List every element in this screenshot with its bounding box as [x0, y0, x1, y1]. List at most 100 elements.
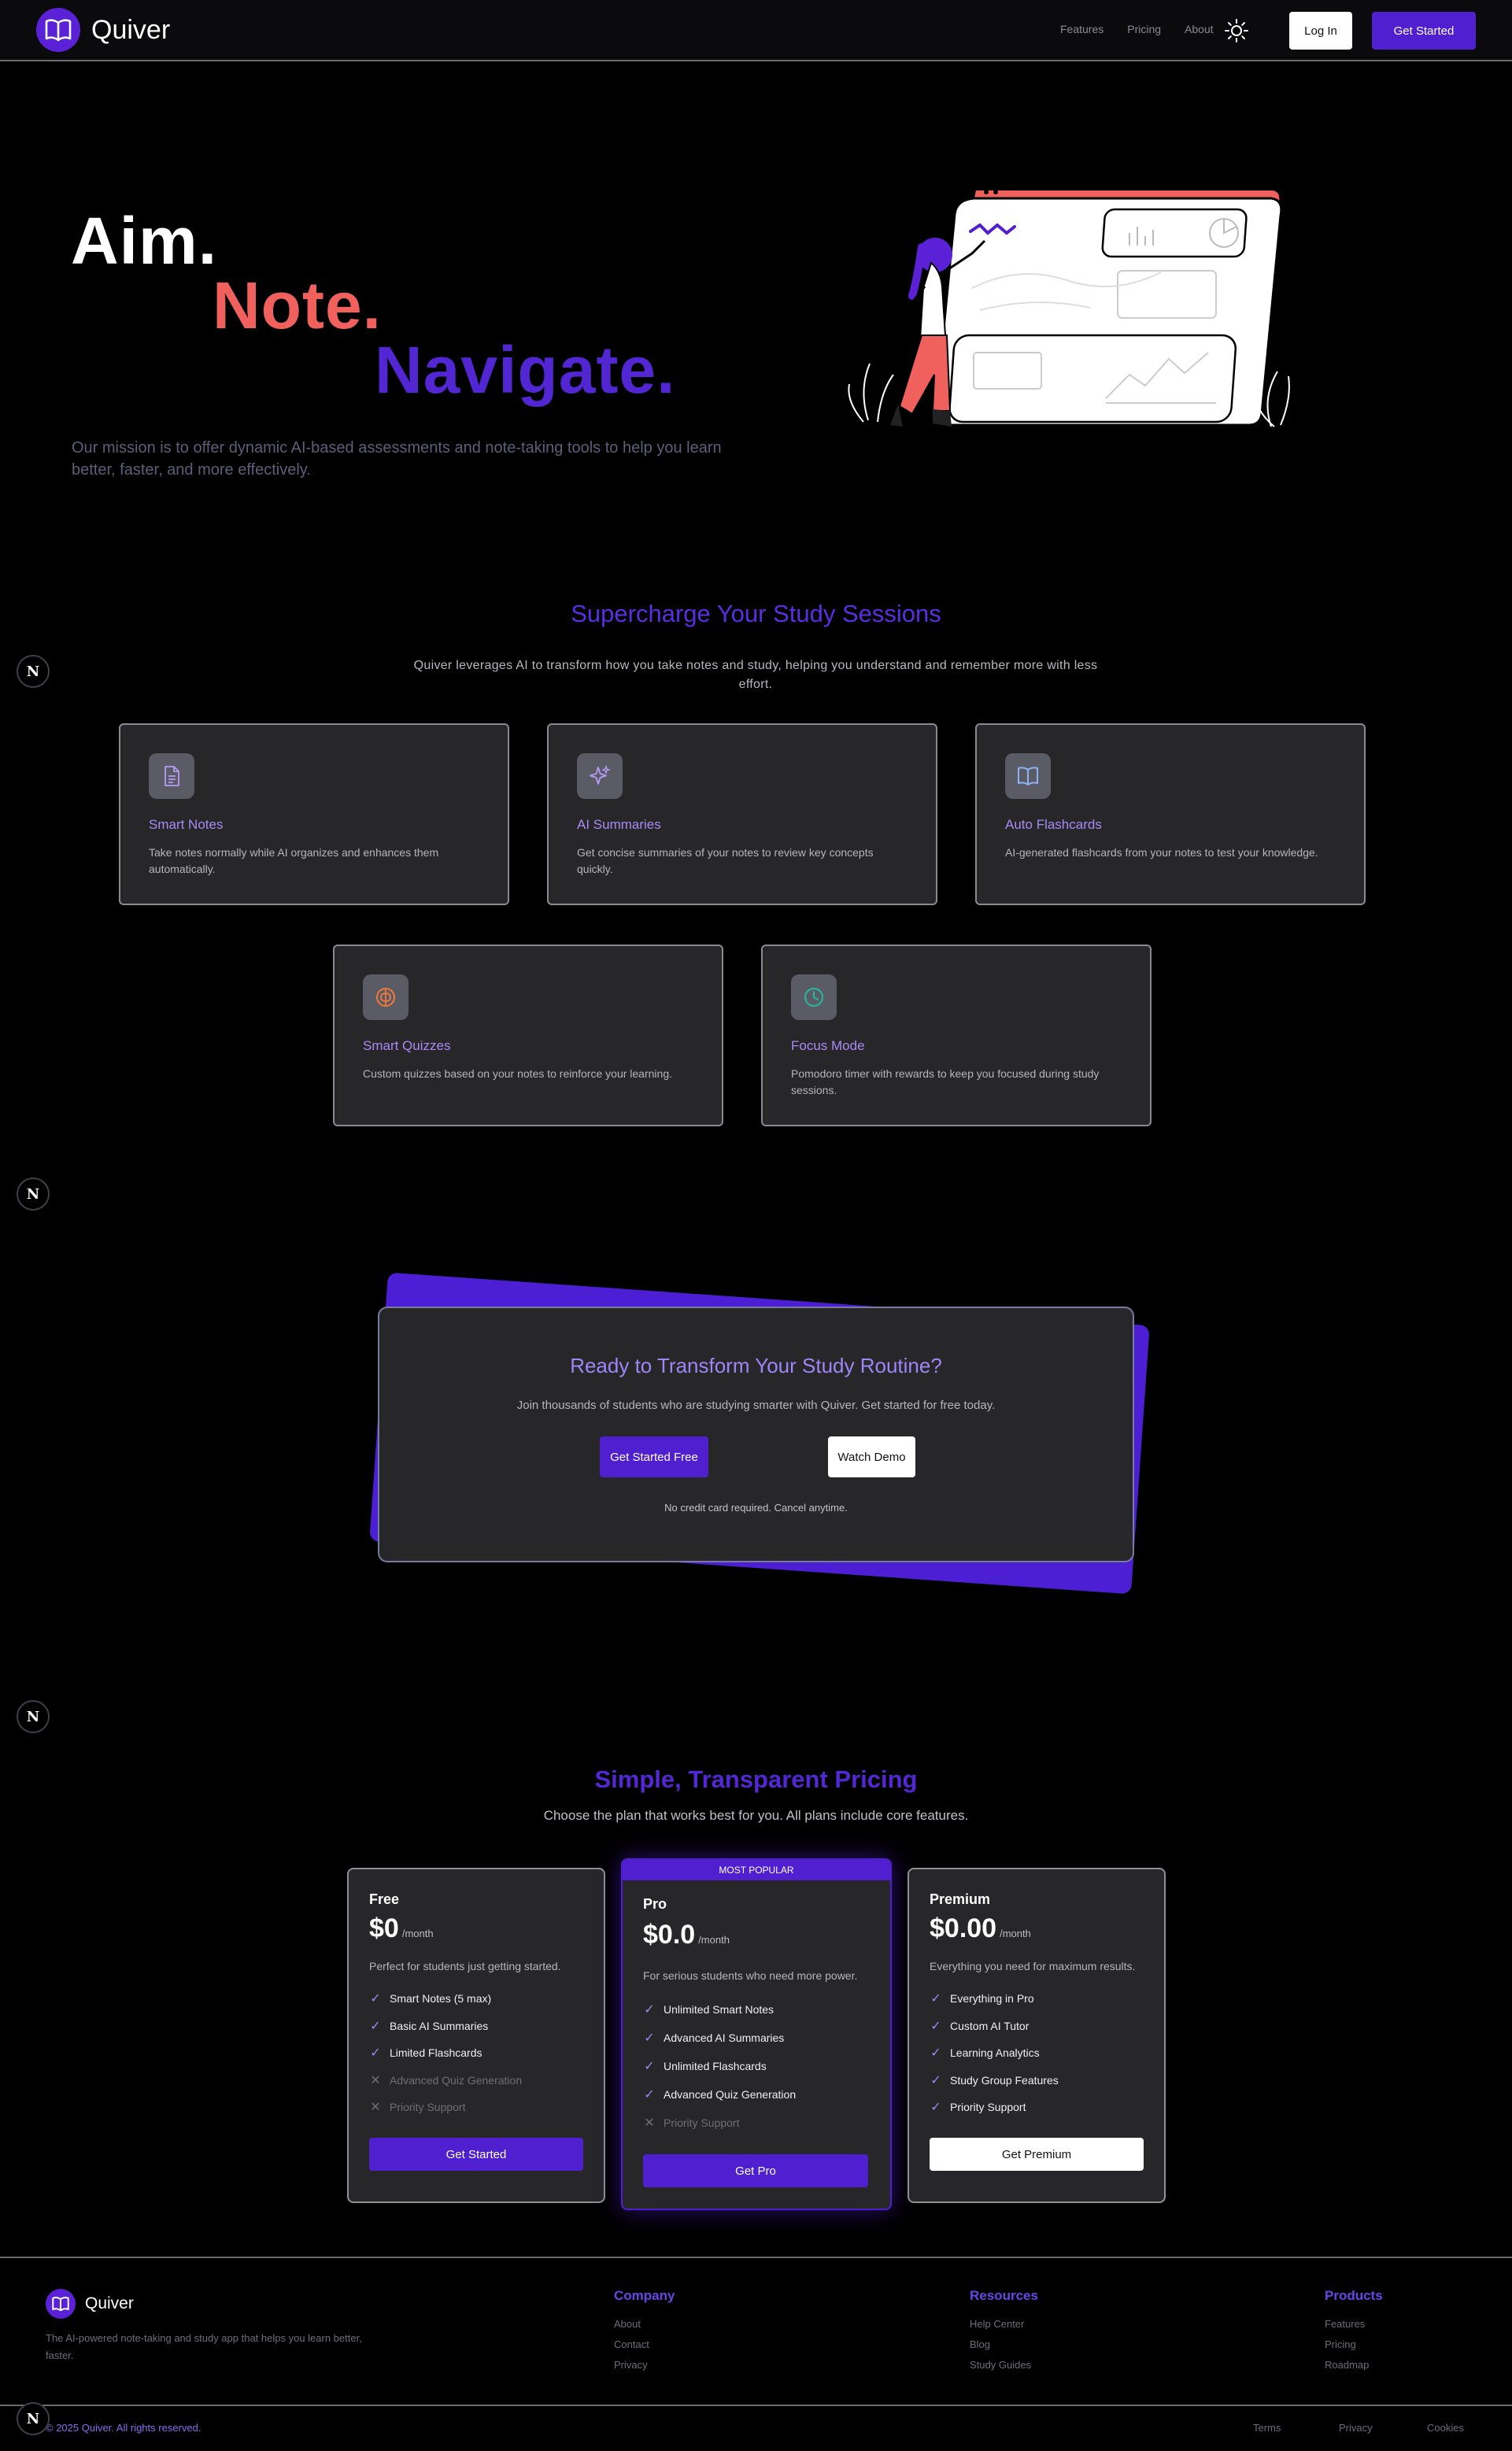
hero-illustration: [848, 190, 1290, 427]
footer-col-title: Products: [1325, 2288, 1383, 2303]
footer-link[interactable]: Blog: [970, 2335, 1038, 2355]
plan-price: $0.0/month: [643, 1920, 730, 1950]
book-icon: [36, 8, 80, 52]
footer-brand-name: Quiver: [85, 2294, 134, 2312]
check-icon: ✓: [370, 2019, 381, 2033]
get-started-free-button[interactable]: Get Started Free: [600, 1436, 708, 1477]
plan-feature-excluded: ✕ Priority Support: [644, 2116, 740, 2130]
x-icon: ✕: [370, 2101, 381, 2115]
copyright: © 2025 Quiver. All rights reserved.: [46, 2422, 201, 2434]
cta-note: No credit card required. Cancel anytime.: [664, 1502, 848, 1514]
footer-link[interactable]: Privacy: [614, 2355, 675, 2375]
footer-link[interactable]: Pricing: [1325, 2335, 1383, 2355]
check-icon: ✓: [370, 1992, 381, 2006]
n-badge-icon[interactable]: N: [17, 2402, 50, 2435]
footer-col-resources: Resources Help Center Blog Study Guides: [970, 2288, 1038, 2375]
nav-get-started-button[interactable]: Get Started: [1372, 12, 1476, 50]
plan-feature-included: ✓ Study Group Features: [930, 2073, 1059, 2087]
footer-divider: [0, 2257, 1512, 2258]
cta-title: Ready to Transform Your Study Routine?: [570, 1354, 942, 1377]
plan-feature-included: ✓ Unlimited Flashcards: [644, 2060, 767, 2073]
login-button[interactable]: Log In: [1289, 12, 1352, 50]
footer-col-company: Company About Contact Privacy: [614, 2288, 675, 2375]
feature-card-smart-quizzes: Smart Quizzes Custom quizzes based on yo…: [333, 945, 723, 1126]
plan-pro-button[interactable]: Get Pro: [643, 2154, 868, 2187]
feature-card-ai-summaries: AI Summaries Get concise summaries of yo…: [547, 723, 937, 905]
feature-card-desc: AI-generated flashcards from your notes …: [1005, 846, 1318, 859]
plan-feature-included: ✓ Advanced Quiz Generation: [644, 2088, 797, 2102]
plan-feature-excluded: ✕ Priority Support: [370, 2101, 466, 2115]
footer-link[interactable]: Study Guides: [970, 2355, 1038, 2375]
check-icon: ✓: [930, 1992, 941, 2006]
footer-bottom-divider: [0, 2405, 1512, 2406]
features-title: Supercharge Your Study Sessions: [571, 600, 941, 627]
n-badge-icon[interactable]: N: [17, 655, 50, 688]
hero-mission: Our mission is to offer dynamic AI-based…: [72, 439, 722, 479]
plan-feature-list: ✓ Everything in Pro ✓ Custom AI Tutor ✓ Lea…: [930, 1985, 1059, 2121]
feature-card-title: Smart Notes: [149, 817, 224, 832]
n-badge-icon[interactable]: N: [17, 1177, 50, 1211]
pricing-subtitle: Choose the plan that works best for you.…: [543, 1808, 969, 1823]
footer-desc: The AI-powered note-taking and study app…: [46, 2332, 362, 2361]
footer-link[interactable]: Roadmap: [1325, 2355, 1383, 2375]
feature-card-desc: Custom quizzes based on your notes to re…: [363, 1067, 672, 1080]
plan-feature-excluded: ✕ Advanced Quiz Generation: [370, 2073, 523, 2087]
feature-card-smart-notes: Smart Notes Take notes normally while AI…: [119, 723, 509, 905]
plan-feature-included: ✓ Smart Notes (5 max): [370, 1992, 492, 2006]
check-icon: ✓: [370, 2046, 381, 2061]
features-subtitle: Quiver leverages AI to transform how you…: [413, 659, 1098, 691]
footer-legal-terms[interactable]: Terms: [1253, 2422, 1281, 2434]
footer-logo[interactable]: Quiver: [46, 2289, 134, 2319]
check-icon: ✓: [644, 2003, 655, 2017]
cta-subtitle: Join thousands of students who are study…: [516, 1399, 996, 1412]
plan-name: Premium: [930, 1891, 991, 1907]
plan-name: Pro: [643, 1896, 667, 1912]
hero-line-note: Note.: [213, 268, 382, 342]
plan-desc: Perfect for students just getting starte…: [369, 1960, 561, 1972]
sparkles-icon: [577, 753, 623, 799]
brand-logo[interactable]: Quiver: [36, 8, 170, 52]
book-icon: [46, 2289, 76, 2319]
check-icon: ✓: [930, 2101, 941, 2115]
brain-icon: [363, 974, 408, 1020]
plan-price: $0/month: [369, 1913, 434, 1943]
plan-feature-included: ✓ Limited Flashcards: [370, 2046, 482, 2061]
most-popular-badge: MOST POPULAR: [623, 1860, 890, 1880]
nav-link-about[interactable]: About: [1185, 23, 1214, 35]
footer-col-products: Products Features Pricing Roadmap: [1325, 2288, 1383, 2375]
check-icon: ✓: [930, 2073, 941, 2087]
footer-link[interactable]: Features: [1325, 2314, 1383, 2335]
feature-card-desc: Take notes normally while AI organizes a…: [149, 846, 439, 875]
feature-card-title: Auto Flashcards: [1005, 817, 1102, 832]
footer-link[interactable]: Help Center: [970, 2314, 1038, 2335]
theme-toggle-sun-icon[interactable]: [1225, 19, 1248, 43]
footer-legal-privacy[interactable]: Privacy: [1339, 2422, 1373, 2434]
top-navbar: Quiver Features Pricing About Log In Get…: [0, 0, 1512, 61]
plan-feature-included: ✓ Custom AI Tutor: [930, 2019, 1030, 2033]
cta-panel: Ready to Transform Your Study Routine? J…: [378, 1307, 1134, 1562]
open-book-icon: [1005, 753, 1051, 799]
n-badge-icon[interactable]: N: [17, 1700, 50, 1733]
check-icon: ✓: [644, 2031, 655, 2045]
pricing-title: Simple, Transparent Pricing: [594, 1765, 918, 1793]
footer-legal-cookies[interactable]: Cookies: [1427, 2422, 1464, 2434]
plan-feature-included: ✓ Learning Analytics: [930, 2046, 1040, 2061]
footer-col-title: Company: [614, 2288, 675, 2303]
footer-col-title: Resources: [970, 2288, 1038, 2303]
plan-free-button[interactable]: Get Started: [369, 2138, 583, 2171]
watch-demo-button[interactable]: Watch Demo: [828, 1436, 915, 1477]
nav-link-features[interactable]: Features: [1060, 23, 1104, 35]
footer-link[interactable]: Contact: [614, 2335, 675, 2355]
plan-premium-button[interactable]: Get Premium: [930, 2138, 1144, 2171]
plan-card-premium: Premium $0.00/month Everything you need …: [908, 1868, 1166, 2203]
footer-link[interactable]: About: [614, 2314, 675, 2335]
plan-desc: For serious students who need more power…: [643, 1969, 858, 1982]
feature-card-desc: Pomodoro timer with rewards to keep you …: [791, 1067, 1100, 1096]
nav-links: Features Pricing About: [1060, 23, 1214, 35]
feature-card-focus-mode: Focus Mode Pomodoro timer with rewards t…: [761, 945, 1152, 1126]
feature-card-title: AI Summaries: [577, 817, 661, 832]
plan-feature-list: ✓ Smart Notes (5 max) ✓ Basic AI Summaries…: [369, 1985, 522, 2121]
check-icon: ✓: [930, 2019, 941, 2033]
nav-link-pricing[interactable]: Pricing: [1127, 23, 1161, 35]
document-icon: [149, 753, 194, 799]
